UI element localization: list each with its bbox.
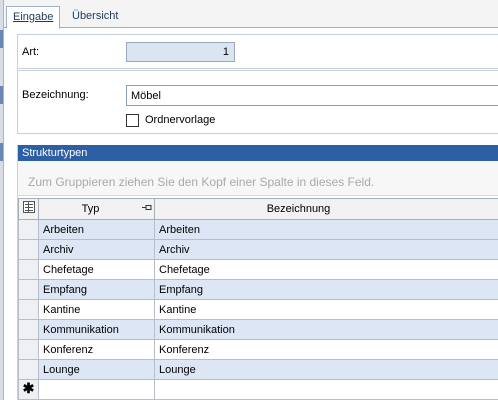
group-by-box[interactable]: Zum Gruppieren ziehen Sie den Kopf einer… [18,161,498,196]
ordnervorlage-checkbox[interactable] [126,113,139,127]
new-cell-bezeichnung[interactable] [154,379,498,400]
left-edge-strip [0,0,4,400]
pin-icon[interactable] [142,204,152,211]
cell-typ[interactable]: Empfang [38,279,155,300]
new-row[interactable]: ✱ [18,379,498,400]
column-header-bezeichnung[interactable]: Bezeichnung [154,198,498,220]
art-group [17,34,498,69]
table-row[interactable]: Lounge Lounge [18,359,498,380]
tab-uebersicht[interactable]: Übersicht [66,6,124,28]
tab-label: Eingabe [13,11,54,23]
ordnervorlage-option[interactable]: Ordnervorlage [126,113,215,127]
new-row-icon: ✱ [22,379,35,396]
bezeichnung-input[interactable]: Möbel [126,85,498,106]
edge-marker [0,30,3,48]
table-row[interactable]: Arbeiten Arbeiten [18,219,498,240]
bezeichnung-label: Bezeichnung: [22,89,89,101]
group-by-hint: Zum Gruppieren ziehen Sie den Kopf einer… [28,175,375,189]
column-header-label: Bezeichnung [266,203,331,215]
cell-typ[interactable]: Kantine [38,299,155,320]
cell-bezeichnung[interactable]: Lounge [154,359,498,380]
column-chooser-icon [22,201,35,213]
edge-marker [0,86,3,104]
new-row-selector[interactable]: ✱ [18,379,39,400]
grid-header-row: Typ Bezeichnung [18,198,498,220]
strukturtypen-grid: Typ Bezeichnung Arbeiten Arbeiten Archiv… [18,198,498,400]
row-selector[interactable] [18,319,39,340]
cell-bezeichnung[interactable]: Chefetage [154,259,498,280]
ordnervorlage-label: Ordnervorlage [145,114,216,126]
cell-bezeichnung[interactable]: Arbeiten [154,219,498,240]
new-cell-typ[interactable] [38,379,155,400]
cell-bezeichnung[interactable]: Konferenz [154,339,498,360]
cell-bezeichnung[interactable]: Kantine [154,299,498,320]
row-selector[interactable] [18,259,39,280]
cell-typ[interactable]: Lounge [38,359,155,380]
cell-typ[interactable]: Arbeiten [38,219,155,240]
cell-typ[interactable]: Konferenz [38,339,155,360]
row-selector[interactable] [18,359,39,380]
art-field[interactable]: 1 [126,42,235,62]
row-selector[interactable] [18,219,39,240]
cell-bezeichnung[interactable]: Empfang [154,279,498,300]
row-selector[interactable] [18,299,39,320]
tab-eingabe[interactable]: Eingabe [6,6,61,29]
edge-marker [0,143,3,161]
table-row[interactable]: Konferenz Konferenz [18,339,498,360]
strukturtypen-panel: Strukturtypen Zum Gruppieren ziehen Sie … [17,145,498,400]
row-selector[interactable] [18,339,39,360]
table-row[interactable]: Archiv Archiv [18,239,498,260]
cell-bezeichnung[interactable]: Archiv [154,239,498,260]
cell-typ[interactable]: Kommunikation [38,319,155,340]
column-header-typ[interactable]: Typ [38,198,155,220]
cell-typ[interactable]: Archiv [38,239,155,260]
tab-label: Übersicht [72,10,119,22]
row-selector[interactable] [18,239,39,260]
row-selector[interactable] [18,279,39,300]
column-chooser-button[interactable] [18,198,39,220]
cell-typ[interactable]: Chefetage [38,259,155,280]
art-label: Art: [22,46,40,58]
table-row[interactable]: Empfang Empfang [18,279,498,300]
tab-strip: Eingabe Übersicht [4,0,498,29]
cell-bezeichnung[interactable]: Kommunikation [154,319,498,340]
column-header-label: Typ [81,203,100,215]
table-row[interactable]: Chefetage Chefetage [18,259,498,280]
table-row[interactable]: Kantine Kantine [18,299,498,320]
panel-title: Strukturtypen [18,145,498,161]
table-row[interactable]: Kommunikation Kommunikation [18,319,498,340]
